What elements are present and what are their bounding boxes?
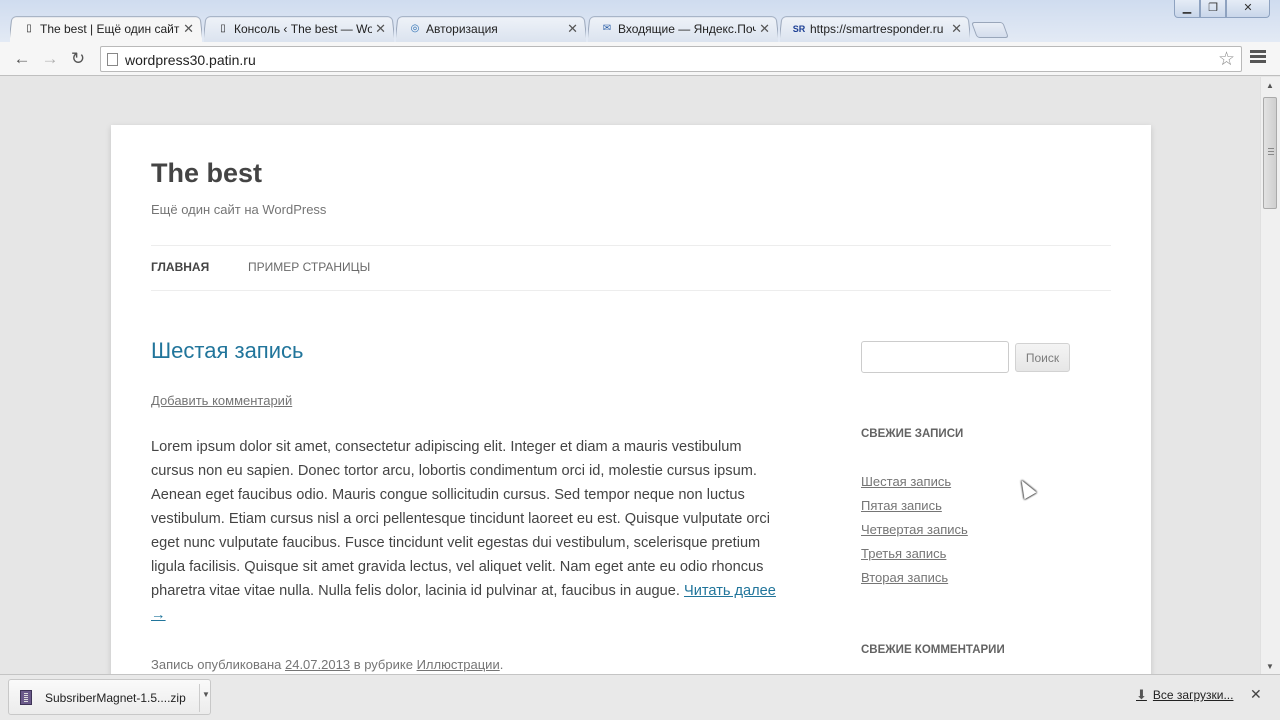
divider — [151, 245, 1111, 246]
new-tab-button[interactable] — [971, 22, 1009, 38]
nav-item-home[interactable]: Главная — [151, 260, 209, 274]
address-bar[interactable]: wordpress30.patin.ru ☆ — [100, 46, 1242, 72]
tab-title: Авторизация — [426, 22, 498, 36]
page-viewport: The best Ещё один сайт на WordPress Глав… — [0, 77, 1260, 674]
tab-authorization[interactable]: ◎ Авторизация ✕ — [396, 16, 586, 42]
recent-post-link[interactable]: Вторая запись — [861, 570, 948, 585]
download-item[interactable]: SubsriberMagnet-1.5....zip ▼ — [8, 679, 211, 715]
tab-console[interactable]: ▯ Консоль ‹ The best — Wo ✕ — [204, 16, 394, 42]
zip-file-icon — [20, 690, 32, 705]
minimize-button[interactable]: ▁ — [1174, 0, 1200, 18]
tab-yandex-mail[interactable]: ✉ Входящие — Яндекс.Поч ✕ — [588, 16, 778, 42]
page-icon: ▯ — [220, 23, 226, 34]
meta-middle: в рубрике — [353, 657, 413, 672]
download-file-name[interactable]: SubsriberMagnet-1.5....zip — [45, 691, 186, 705]
maximize-button[interactable]: ❐ — [1200, 0, 1226, 18]
site-container: The best Ещё один сайт на WordPress Глав… — [111, 125, 1151, 674]
tab-title: https://smartresponder.ru — [810, 22, 944, 36]
list-item[interactable]: Четвертая запись — [861, 522, 968, 546]
tab-smartresponder[interactable]: SR https://smartresponder.ru ✕ — [780, 16, 970, 42]
sr-icon: SR — [792, 24, 806, 34]
search-input[interactable] — [861, 341, 1009, 373]
globe-icon: ◎ — [410, 23, 420, 34]
post-text: Lorem ipsum dolor sit amet, consectetur … — [151, 439, 770, 599]
list-item[interactable]: Вторая запись — [861, 570, 968, 594]
site-title[interactable]: The best — [151, 158, 262, 189]
browser-toolbar: ← → ↻ wordpress30.patin.ru ☆ — [0, 42, 1280, 76]
recent-posts-list: Шестая запись Пятая запись Четвертая зап… — [861, 474, 968, 594]
download-shelf: SubsriberMagnet-1.5....zip ▼ ⬇ Все загру… — [0, 674, 1280, 720]
list-item[interactable]: Третья запись — [861, 546, 968, 570]
post-body: Lorem ipsum dolor sit amet, consectetur … — [151, 435, 781, 627]
site-description: Ещё один сайт на WordPress — [151, 202, 327, 217]
window-controls: ▁ ❐ ✕ — [1174, 0, 1270, 18]
tab-the-best[interactable]: ▯ The best | Ещё один сайт ✕ — [10, 16, 202, 42]
chevron-down-icon[interactable]: ▼ — [202, 690, 210, 699]
close-icon[interactable]: ✕ — [183, 21, 194, 37]
forward-arrow-icon[interactable]: → — [40, 49, 60, 69]
page-icon — [107, 53, 118, 66]
url-text[interactable]: wordpress30.patin.ru — [125, 52, 256, 68]
page-icon: ▯ — [26, 23, 32, 34]
close-icon[interactable]: ✕ — [375, 21, 386, 37]
reload-icon[interactable]: ↻ — [68, 49, 88, 69]
menu-icon[interactable] — [1250, 50, 1266, 66]
tab-title: The best | Ещё один сайт — [40, 22, 180, 36]
scrollbar[interactable]: ▲ ▼ — [1260, 77, 1280, 674]
recent-post-link[interactable]: Четвертая запись — [861, 522, 968, 537]
meta-suffix: . — [499, 657, 504, 672]
download-arrow-icon: ⬇ — [1136, 687, 1147, 702]
recent-post-link[interactable]: Пятая запись — [861, 498, 942, 513]
add-comment-link[interactable]: Добавить комментарий — [151, 393, 292, 408]
scrollbar-thumb[interactable] — [1263, 97, 1277, 209]
category-link[interactable]: Иллюстрации — [417, 657, 500, 672]
window-close-button[interactable]: ✕ — [1226, 0, 1270, 18]
tab-title: Консоль ‹ The best — Wo — [234, 22, 372, 36]
recent-post-link[interactable]: Шестая запись — [861, 474, 951, 489]
close-icon[interactable]: ✕ — [951, 21, 962, 37]
scroll-up-arrow-icon[interactable]: ▲ — [1266, 81, 1274, 90]
recent-comments-title: Свежие комментарии — [861, 644, 1005, 656]
tab-strip: ▯ The best | Ещё один сайт ✕ ▯ Консоль ‹… — [0, 0, 1280, 42]
close-icon[interactable]: ✕ — [1250, 686, 1262, 703]
list-item[interactable]: Пятая запись — [861, 498, 968, 522]
divider — [199, 684, 200, 712]
close-icon[interactable]: ✕ — [567, 21, 578, 37]
tab-title: Входящие — Яндекс.Поч — [618, 22, 756, 36]
nav-item-sample-page[interactable]: Пример страницы — [248, 260, 370, 274]
recent-posts-title: Свежие записи — [861, 428, 964, 440]
divider — [151, 290, 1111, 291]
post-title[interactable]: Шестая запись — [151, 338, 303, 364]
list-item[interactable]: Шестая запись — [861, 474, 968, 498]
search-button[interactable]: Поиск — [1015, 343, 1070, 372]
recent-post-link[interactable]: Третья запись — [861, 546, 946, 561]
post-date-link[interactable]: 24.07.2013 — [285, 657, 350, 672]
bookmark-star-icon[interactable]: ☆ — [1218, 48, 1235, 71]
all-downloads-label[interactable]: Все загрузки... — [1153, 688, 1234, 702]
back-arrow-icon[interactable]: ← — [12, 49, 32, 69]
meta-prefix: Запись опубликована — [151, 657, 282, 672]
close-icon[interactable]: ✕ — [759, 21, 770, 37]
mail-icon: ✉ — [602, 23, 612, 34]
all-downloads-link[interactable]: ⬇ Все загрузки... — [1136, 687, 1233, 703]
scroll-down-arrow-icon[interactable]: ▼ — [1266, 662, 1274, 671]
post-meta: Запись опубликована 24.07.2013 в рубрике… — [151, 657, 503, 672]
